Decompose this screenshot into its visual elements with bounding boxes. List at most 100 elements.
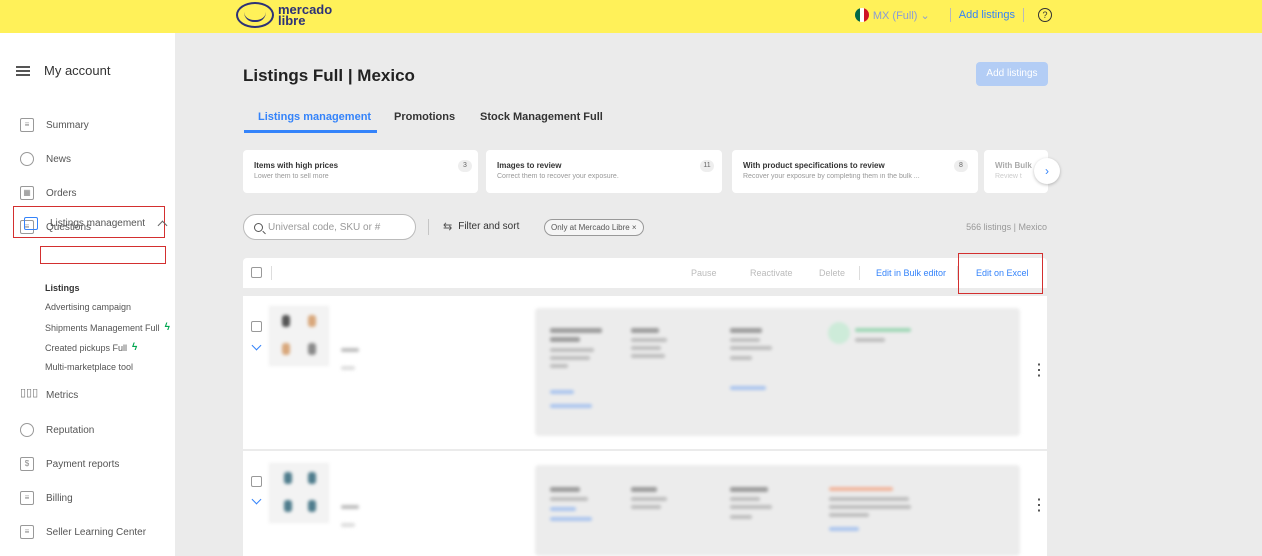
listing-thumbnail[interactable] xyxy=(269,306,329,366)
sidebar-item-learning-center[interactable]: ≡ Seller Learning Center xyxy=(20,525,146,539)
sidebar-item-label: Payment reports xyxy=(46,458,120,470)
tab-promotions[interactable]: Promotions xyxy=(394,111,455,123)
sidebar-subitem-listings[interactable]: Listings xyxy=(45,283,80,293)
sidebar-item-label: Summary xyxy=(46,119,89,131)
mexico-flag-icon xyxy=(854,8,869,22)
sidebar-subitem-pickups-full[interactable]: Created pickups Full ϟ xyxy=(45,342,137,353)
card-count-badge: 8 xyxy=(954,160,968,172)
sidebar-item-label: Metrics xyxy=(46,389,79,401)
full-bolt-icon: ϟ xyxy=(164,322,170,333)
card-title: Items with high prices xyxy=(254,161,339,170)
sidebar-item-label: Orders xyxy=(46,187,77,199)
filter-and-sort-button[interactable]: ⇆ Filter and sort xyxy=(443,220,519,233)
full-bolt-icon: ϟ xyxy=(132,342,138,353)
payment-icon: $ xyxy=(20,457,34,471)
listing-details-blurred xyxy=(535,465,1020,556)
top-header: mercado libre MX (Full) ⌄ Add listings ? xyxy=(0,0,1262,33)
listing-row: ⋮ xyxy=(243,451,1047,556)
filter-icon: ⇆ xyxy=(443,221,453,233)
hamburger-menu-icon xyxy=(16,65,30,76)
row-more-options-icon[interactable]: ⋮ xyxy=(1031,363,1047,379)
page-title: Listings Full | Mexico xyxy=(243,66,415,85)
subitem-label: Advertising campaign xyxy=(45,302,132,312)
tab-listings-management[interactable]: Listings management xyxy=(258,111,371,123)
my-account-label: My account xyxy=(44,63,111,78)
chevron-up-icon[interactable] xyxy=(157,220,168,231)
reputation-icon xyxy=(20,423,34,437)
bell-icon xyxy=(20,152,34,166)
mercado-libre-logo[interactable]: mercado libre xyxy=(236,2,333,28)
handshake-logo-icon xyxy=(236,2,274,28)
card-specifications-review[interactable]: With product specifications to review Re… xyxy=(732,150,978,193)
header-divider xyxy=(1023,8,1024,22)
card-subtitle: Correct them to recover your exposure. xyxy=(497,173,619,180)
divider xyxy=(428,219,429,235)
listings-count: 566 listings | Mexico xyxy=(966,222,1047,232)
sidebar-subitem-multimarketplace[interactable]: Multi-marketplace tool xyxy=(45,362,133,372)
divider xyxy=(271,266,272,280)
sidebar-item-label: Reputation xyxy=(46,424,95,436)
delete-button[interactable]: Delete xyxy=(819,268,845,278)
card-count-badge: 3 xyxy=(458,160,472,172)
sidebar-item-billing[interactable]: ≡ Billing xyxy=(20,491,73,505)
help-icon[interactable]: ? xyxy=(1038,8,1052,22)
listings-icon xyxy=(24,217,38,230)
country-selector[interactable]: MX (Full) ⌄ xyxy=(873,9,930,22)
header-divider xyxy=(949,8,951,22)
listing-thumbnail[interactable] xyxy=(269,463,329,523)
filter-chip-only-mercado-libre[interactable]: Only at Mercado Libre × xyxy=(544,219,644,236)
sidebar-item-orders[interactable]: ▦ Orders xyxy=(20,186,77,200)
row-more-options-icon[interactable]: ⋮ xyxy=(1031,498,1047,514)
sidebar: My account xyxy=(0,33,175,556)
sidebar-subitem-shipments-full[interactable]: Shipments Management Full ϟ xyxy=(45,322,170,333)
subitem-label: Listings xyxy=(45,283,80,293)
select-all-checkbox[interactable] xyxy=(251,267,262,278)
add-listings-button[interactable]: Add listings xyxy=(976,62,1048,86)
reactivate-button[interactable]: Reactivate xyxy=(750,268,793,278)
card-subtitle: Recover your exposure by completing them… xyxy=(743,173,920,180)
divider xyxy=(859,266,860,280)
sidebar-item-listings-management[interactable]: Listings management xyxy=(24,217,168,231)
cards-next-button[interactable]: › xyxy=(1034,158,1060,184)
sidebar-item-label: Listings management xyxy=(50,218,146,229)
card-title: Images to review xyxy=(497,161,562,170)
subitem-label: Multi-marketplace tool xyxy=(45,362,134,372)
pause-button[interactable]: Pause xyxy=(691,268,717,278)
summary-icon: ≡ xyxy=(20,118,34,132)
search-input[interactable]: Universal code, SKU or # xyxy=(243,214,416,240)
sidebar-item-reputation[interactable]: Reputation xyxy=(20,423,94,437)
learning-icon: ≡ xyxy=(20,525,34,539)
card-title: With product specifications to review xyxy=(743,161,885,170)
chevron-down-icon[interactable] xyxy=(251,340,262,351)
sidebar-item-payment-reports[interactable]: $ Payment reports xyxy=(20,457,119,471)
edit-bulk-editor-link[interactable]: Edit in Bulk editor xyxy=(876,268,946,278)
sidebar-item-label: Seller Learning Center xyxy=(46,526,147,538)
logo-text: mercado libre xyxy=(278,2,333,28)
card-subtitle: Review t xyxy=(995,173,1022,180)
sidebar-item-summary[interactable]: ≡ Summary xyxy=(20,118,89,132)
row-checkbox[interactable] xyxy=(251,476,262,487)
card-subtitle: Lower them to sell more xyxy=(254,173,329,180)
sidebar-item-label: News xyxy=(46,153,72,165)
filter-label: Filter and sort xyxy=(458,221,520,232)
chevron-down-icon[interactable] xyxy=(251,494,262,505)
subitem-label: Shipments Management Full xyxy=(45,322,160,333)
billing-icon: ≡ xyxy=(20,491,34,505)
header-actions: MX (Full) ⌄ Add listings ? xyxy=(854,8,1052,22)
row-checkbox[interactable] xyxy=(251,321,262,332)
sidebar-item-news[interactable]: News xyxy=(20,152,71,166)
subitem-label: Created pickups Full xyxy=(45,342,128,353)
active-tab-indicator xyxy=(244,130,377,133)
my-account-toggle[interactable]: My account xyxy=(16,63,110,78)
metrics-icon: ▯▯▯ xyxy=(20,387,39,399)
search-icon xyxy=(254,222,263,232)
sidebar-item-metrics[interactable]: ▯▯▯ Metrics xyxy=(20,388,78,402)
sidebar-subitem-advertising[interactable]: Advertising campaign xyxy=(45,302,131,312)
orders-icon: ▦ xyxy=(20,186,34,200)
listing-row: ⋮ xyxy=(243,296,1047,449)
edit-on-excel-highlight xyxy=(958,253,1043,294)
card-high-prices[interactable]: Items with high prices Lower them to sel… xyxy=(243,150,478,193)
tab-stock-management-full[interactable]: Stock Management Full xyxy=(480,111,603,123)
header-add-listings-link[interactable]: Add listings xyxy=(959,9,1015,21)
card-images-review[interactable]: Images to review Correct them to recover… xyxy=(486,150,722,193)
